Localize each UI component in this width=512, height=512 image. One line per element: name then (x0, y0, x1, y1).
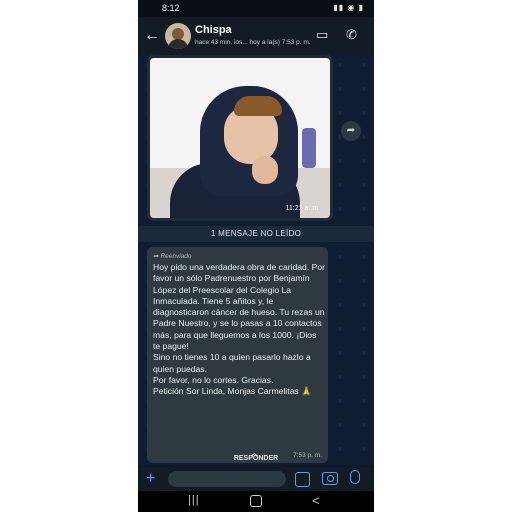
text-message-bubble[interactable]: ➦ Reenviado Hoy pido una verdadera obra d… (147, 247, 328, 463)
chat-header: ← Chispa hace 43 min. ios... hoy a la(s)… (138, 17, 374, 55)
message-text: Hoy pido una verdadera obra de caridad. … (153, 262, 325, 397)
system-nav-bar: ||| < (138, 491, 374, 512)
plus-icon[interactable]: + (146, 470, 155, 488)
forwarded-icon: ➦ (153, 253, 159, 260)
forward-icon[interactable]: ➦ (341, 121, 361, 141)
avatar[interactable] (165, 23, 191, 49)
status-bar: 8:12 ▮▮ ◉ ▮ (138, 0, 374, 17)
camera-icon[interactable] (322, 472, 338, 485)
photo-child-hand (252, 156, 278, 184)
photo-child-hair (234, 96, 282, 116)
forwarded-label: ➦ Reenviado (153, 252, 192, 260)
image-message-bubble[interactable]: 11:21 a. m. (147, 55, 333, 221)
chat-area[interactable]: 11:21 a. m. ➦ 1 MENSAJE NO LEÍDO ➦ Reenvi… (138, 55, 374, 465)
chevron-up-icon: ︿ (251, 450, 258, 457)
contact-status: hace 43 min. ios... hoy a la(s) 7:53 p. … (195, 39, 311, 46)
image-message-time: 11:21 a. m. (285, 205, 320, 212)
status-icons: ▮▮ ◉ ▮ (333, 3, 364, 12)
unread-messages-banner: 1 MENSAJE NO LEÍDO (138, 226, 374, 242)
recent-apps-icon[interactable]: ||| (188, 494, 200, 506)
forwarded-text: Reenviado (160, 253, 192, 260)
phone-call-icon[interactable]: ✆ (346, 28, 357, 42)
microphone-icon[interactable] (350, 470, 360, 484)
photo-plant (302, 128, 316, 168)
sticker-icon[interactable] (295, 472, 310, 487)
contact-name[interactable]: Chispa (195, 24, 232, 36)
avatar-body (168, 39, 188, 49)
nav-back-icon[interactable]: < (312, 493, 320, 508)
shared-photo[interactable]: 11:21 a. m. (150, 58, 330, 218)
status-time: 8:12 (162, 3, 180, 13)
home-icon[interactable] (250, 495, 262, 507)
message-input[interactable] (168, 471, 286, 487)
back-arrow-icon[interactable]: ← (144, 28, 160, 44)
phone-screen: 8:12 ▮▮ ◉ ▮ ← Chispa hace 43 min. ios...… (138, 0, 374, 512)
video-call-icon[interactable]: ▭ (316, 28, 328, 42)
message-composer: + (138, 467, 374, 491)
swipe-reply-hint[interactable]: ︿ RESPONDER (138, 450, 374, 467)
